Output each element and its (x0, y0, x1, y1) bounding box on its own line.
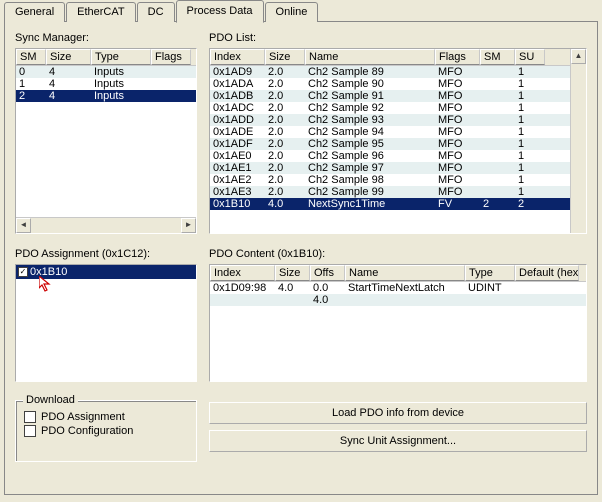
sync-manager-list[interactable]: SMSizeTypeFlags 04Inputs14Inputs24Inputs… (15, 48, 197, 234)
sync-unit-button[interactable]: Sync Unit Assignment... (209, 430, 587, 452)
scroll-left-icon[interactable]: ◄ (16, 218, 31, 233)
table-row[interactable]: 04Inputs (16, 66, 196, 78)
column-header[interactable]: Name (305, 49, 435, 65)
pdo-content-label: PDO Content (0x1B10): (209, 248, 587, 260)
column-header[interactable]: Flags (151, 49, 191, 65)
table-row[interactable]: 14Inputs (16, 78, 196, 90)
table-row[interactable]: 0x1D09:984.00.0StartTimeNextLatchUDINT (210, 282, 586, 294)
download-group: Download PDO Assignment PDO Configuratio… (15, 400, 197, 462)
table-row[interactable]: 0x1AE22.0Ch2 Sample 98MFO1 (210, 174, 570, 186)
table-row[interactable]: 0x1ADA2.0Ch2 Sample 90MFO1 (210, 78, 570, 90)
pdo-list[interactable]: IndexSizeNameFlagsSMSU 0x1AD92.0Ch2 Samp… (209, 48, 587, 234)
column-header[interactable]: Size (46, 49, 91, 65)
pdo-assignment-list[interactable]: ✓ 0x1B10 (15, 264, 197, 382)
table-row[interactable]: 0x1ADC2.0Ch2 Sample 92MFO1 (210, 102, 570, 114)
column-header[interactable]: Offs (310, 265, 345, 281)
scrollbar-horizontal[interactable]: ◄ ► (16, 217, 196, 233)
table-row[interactable]: 0x1B104.0NextSync1TimeFV22 (210, 198, 570, 210)
column-header[interactable]: Index (210, 49, 265, 65)
table-row[interactable]: 0x1ADD2.0Ch2 Sample 93MFO1 (210, 114, 570, 126)
table-row[interactable]: 0x1AE12.0Ch2 Sample 97MFO1 (210, 162, 570, 174)
table-row[interactable]: 4.0 (210, 294, 586, 306)
pdo-assignment-item[interactable]: ✓ 0x1B10 (16, 265, 196, 279)
tab-general[interactable]: General (4, 2, 65, 22)
column-header[interactable]: Size (265, 49, 305, 65)
column-header[interactable]: Default (hex) (515, 265, 579, 281)
pdo-list-label: PDO List: (209, 32, 587, 44)
column-header[interactable]: SU (515, 49, 545, 65)
table-row[interactable]: 0x1ADE2.0Ch2 Sample 94MFO1 (210, 126, 570, 138)
table-row[interactable]: 0x1ADF2.0Ch2 Sample 95MFO1 (210, 138, 570, 150)
column-header[interactable]: Flags (435, 49, 480, 65)
column-header[interactable]: Type (91, 49, 151, 65)
table-row[interactable]: 0x1AE32.0Ch2 Sample 99MFO1 (210, 186, 570, 198)
download-group-title: Download (23, 394, 78, 406)
column-header[interactable]: Index (210, 265, 275, 281)
pdo-content-list[interactable]: IndexSizeOffsNameTypeDefault (hex) 0x1D0… (209, 264, 587, 382)
table-row[interactable]: 0x1ADB2.0Ch2 Sample 91MFO1 (210, 90, 570, 102)
column-header[interactable]: Size (275, 265, 310, 281)
table-row[interactable]: 0x1AD92.0Ch2 Sample 89MFO1 (210, 66, 570, 78)
tab-process-data[interactable]: Process Data (176, 0, 264, 23)
pdo-assignment-checkbox[interactable]: PDO Assignment (24, 411, 188, 423)
table-row[interactable]: 0x1AE02.0Ch2 Sample 96MFO1 (210, 150, 570, 162)
column-header[interactable]: Type (465, 265, 515, 281)
load-pdo-button[interactable]: Load PDO info from device (209, 402, 587, 424)
tab-dc[interactable]: DC (137, 2, 175, 22)
scrollbar-vertical[interactable]: ▲ (570, 49, 586, 233)
scroll-up-icon[interactable]: ▲ (571, 49, 586, 64)
tab-ethercat[interactable]: EtherCAT (66, 2, 135, 22)
table-row[interactable]: 24Inputs (16, 90, 196, 102)
column-header[interactable]: Name (345, 265, 465, 281)
pdo-assignment-label: PDO Assignment (0x1C12): (15, 248, 197, 260)
checkbox-icon[interactable]: ✓ (18, 267, 28, 277)
column-header[interactable]: SM (16, 49, 46, 65)
scroll-right-icon[interactable]: ► (181, 218, 196, 233)
column-header[interactable]: SM (480, 49, 515, 65)
pdo-configuration-checkbox[interactable]: PDO Configuration (24, 425, 188, 437)
tab-online[interactable]: Online (265, 2, 319, 22)
sync-manager-label: Sync Manager: (15, 32, 197, 44)
